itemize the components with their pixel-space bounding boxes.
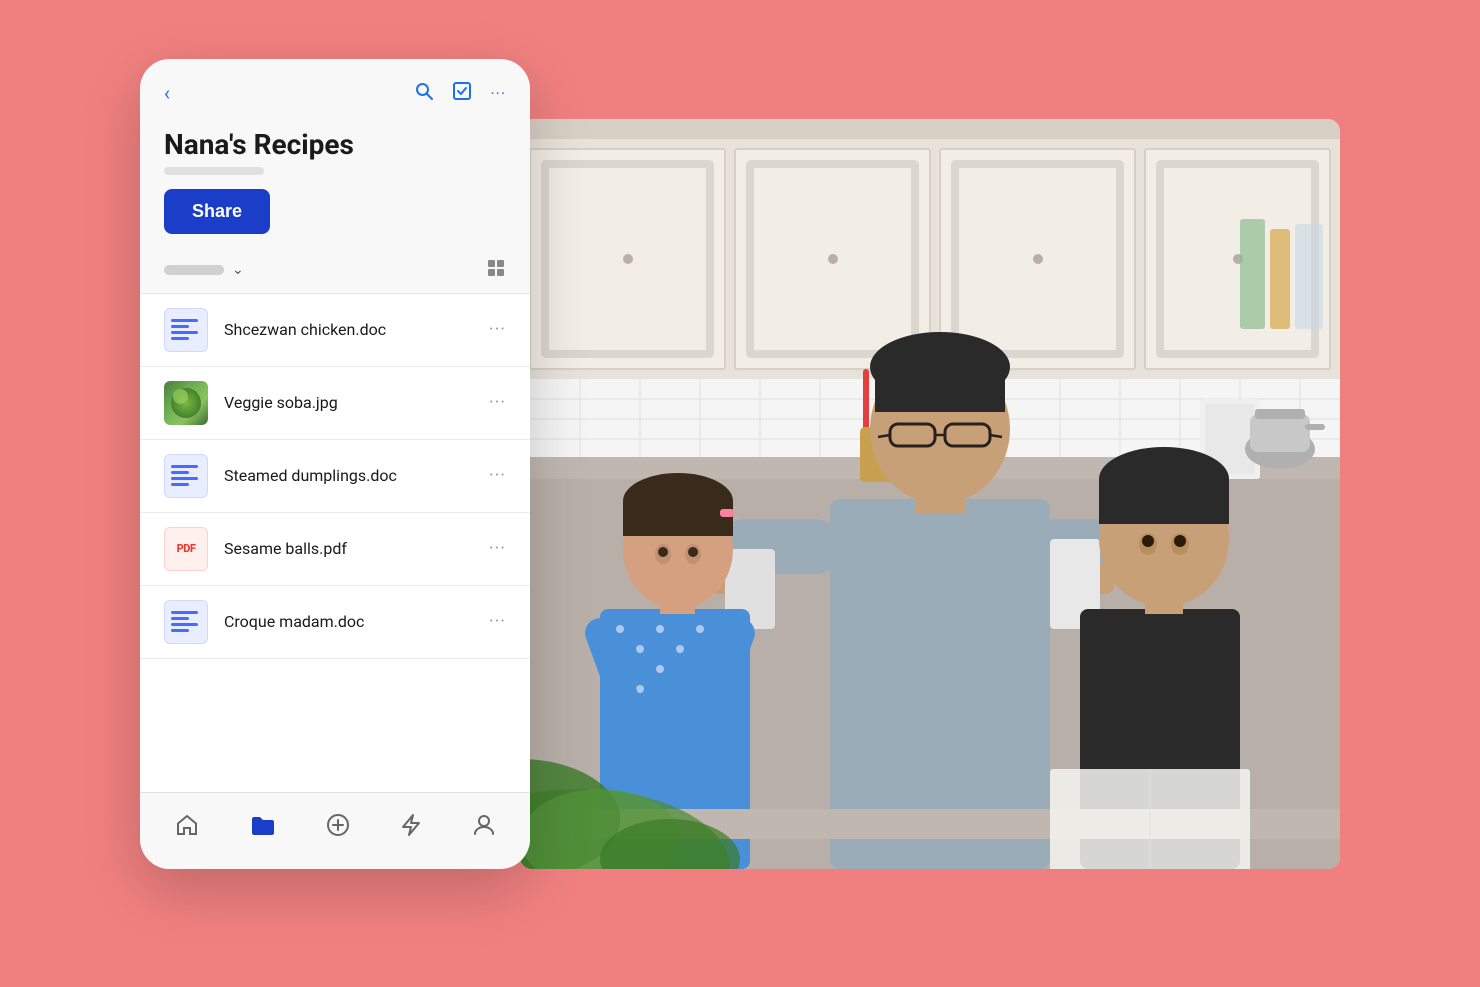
file-item[interactable]: Steamed dumplings.doc ··· <box>140 440 530 513</box>
veggie-thumbnail <box>164 381 208 425</box>
file-more-icon[interactable]: ··· <box>489 465 506 486</box>
file-name: Sesame balls.pdf <box>224 539 489 558</box>
chevron-down-icon[interactable]: ⌄ <box>232 262 244 278</box>
bottom-nav <box>140 792 530 869</box>
folder-icon <box>250 813 276 843</box>
back-button[interactable]: ‹ <box>164 81 170 105</box>
nav-tab-activity[interactable] <box>388 809 434 847</box>
filter-bar: ⌄ <box>140 248 530 294</box>
file-more-icon[interactable]: ··· <box>489 319 506 340</box>
file-more-icon[interactable]: ··· <box>489 611 506 632</box>
header: Nana's Recipes Share <box>140 118 530 248</box>
top-nav: ‹ ··· <box>140 59 530 118</box>
pdf-label: PDF <box>177 542 196 555</box>
kitchen-photo <box>520 119 1340 869</box>
subtitle-bar <box>164 167 264 175</box>
file-name: Croque madam.doc <box>224 612 489 631</box>
doc-icon <box>164 454 208 498</box>
file-name: Veggie soba.jpg <box>224 393 489 412</box>
add-icon <box>326 813 350 843</box>
file-item[interactable]: Croque madam.doc ··· <box>140 586 530 659</box>
home-icon <box>175 813 199 843</box>
file-name: Shcezwan chicken.doc <box>224 320 489 339</box>
app-card: ‹ ··· Nana's Recipes <box>140 59 530 869</box>
folder-title: Nana's Recipes <box>164 128 506 161</box>
file-more-icon[interactable]: ··· <box>489 392 506 413</box>
file-list: Shcezwan chicken.doc ··· Veggie soba.jpg… <box>140 294 530 792</box>
checklist-icon[interactable] <box>452 81 472 106</box>
doc-icon <box>164 308 208 352</box>
filter-pill <box>164 265 224 275</box>
search-icon[interactable] <box>414 81 434 106</box>
file-name: Steamed dumplings.doc <box>224 466 489 485</box>
scene: ‹ ··· Nana's Recipes <box>140 59 1340 929</box>
nav-tab-profile[interactable] <box>461 809 507 847</box>
nav-tab-files[interactable] <box>238 809 288 847</box>
doc-icon <box>164 600 208 644</box>
file-item[interactable]: PDF Sesame balls.pdf ··· <box>140 513 530 586</box>
share-button[interactable]: Share <box>164 189 270 234</box>
nav-icons: ··· <box>414 81 506 106</box>
filter-left: ⌄ <box>164 262 244 278</box>
file-item[interactable]: Shcezwan chicken.doc ··· <box>140 294 530 367</box>
profile-icon <box>473 813 495 843</box>
grid-view-icon[interactable] <box>486 258 506 283</box>
img-icon <box>164 381 208 425</box>
lightning-icon <box>400 813 422 843</box>
nav-tab-add[interactable] <box>314 809 362 847</box>
nav-tab-home[interactable] <box>163 809 211 847</box>
pdf-icon: PDF <box>164 527 208 571</box>
file-item[interactable]: Veggie soba.jpg ··· <box>140 367 530 440</box>
more-icon[interactable]: ··· <box>490 84 506 103</box>
file-more-icon[interactable]: ··· <box>489 538 506 559</box>
